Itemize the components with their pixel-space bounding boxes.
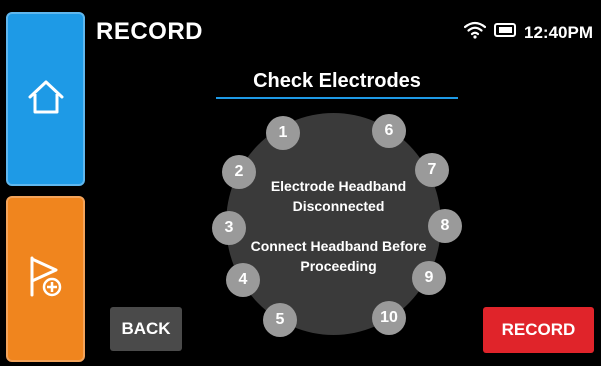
message-line: Disconnected: [292, 198, 385, 214]
electrode-5: 5: [263, 303, 297, 337]
instruction-message: Connect Headband Before Proceeding: [236, 236, 441, 276]
electrode-4: 4: [226, 263, 260, 297]
clock-time: 12:40PM: [524, 22, 593, 42]
message-line: Electrode Headband: [270, 178, 407, 194]
back-button[interactable]: BACK: [110, 307, 182, 351]
electrode-6: 6: [372, 114, 406, 148]
section-heading: Check Electrodes: [253, 70, 421, 92]
page-title: RECORD: [96, 18, 204, 45]
electrode-1: 1: [266, 116, 300, 150]
flag-add-icon: [28, 255, 64, 304]
electrode-2: 2: [222, 155, 256, 189]
headband-diagram: [226, 113, 441, 335]
electrode-10: 10: [372, 301, 406, 335]
home-button[interactable]: [6, 12, 85, 186]
electrode-9: 9: [412, 261, 446, 295]
record-button[interactable]: RECORD: [483, 307, 594, 353]
home-icon: [26, 77, 66, 122]
electrode-8: 8: [428, 209, 462, 243]
message-line: Connect Headband Before: [250, 238, 427, 254]
battery-icon: [494, 22, 517, 43]
electrode-3: 3: [212, 211, 246, 245]
message-line: Proceeding: [300, 258, 377, 274]
wifi-icon: [463, 21, 487, 44]
add-flag-button[interactable]: [6, 196, 85, 362]
status-bar: 12:40PM: [463, 21, 593, 44]
electrode-7: 7: [415, 153, 449, 187]
disconnected-message: Electrode Headband Disconnected: [236, 176, 441, 216]
heading-underline: [216, 97, 458, 99]
